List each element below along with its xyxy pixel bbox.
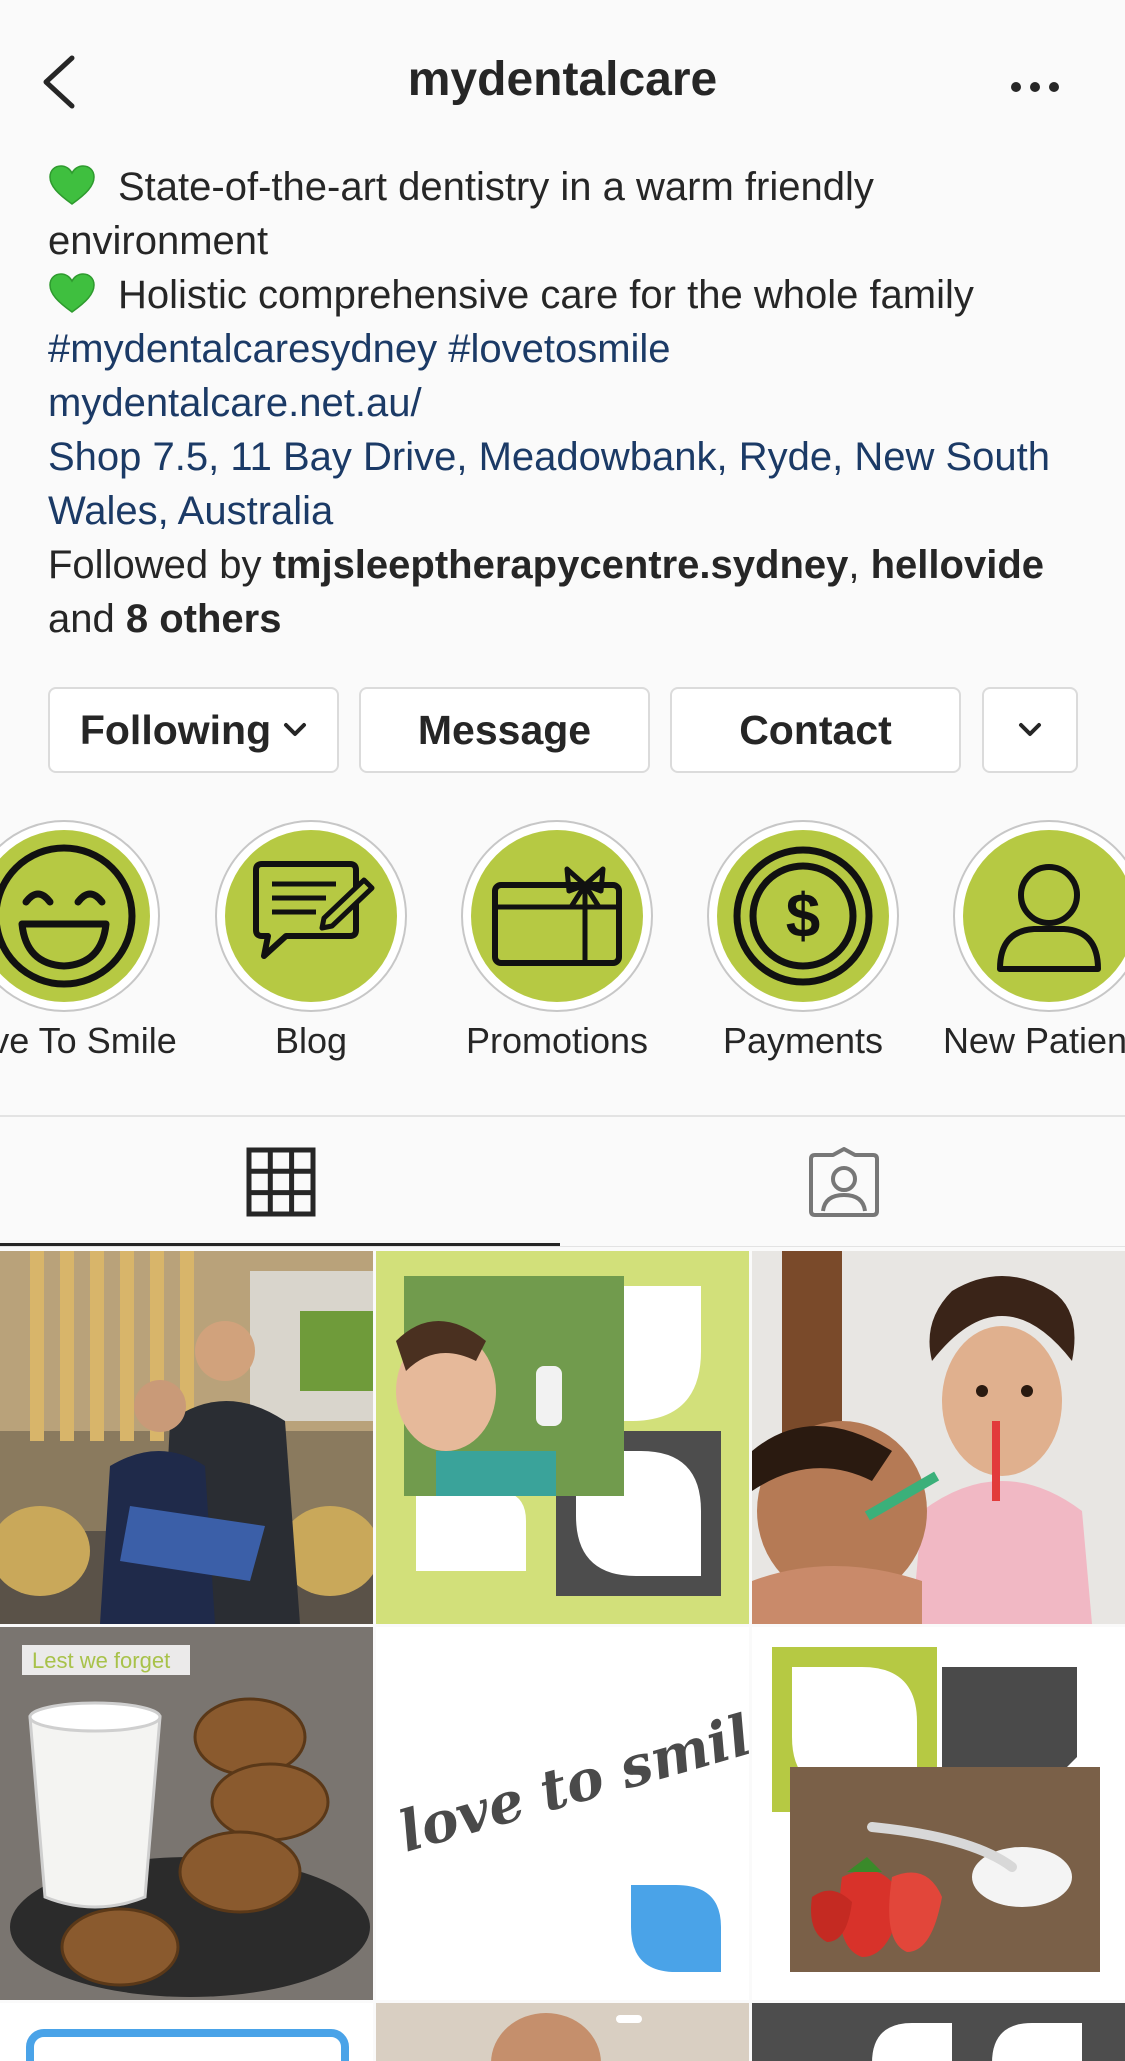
followed-by-prefix: Followed by: [48, 543, 262, 587]
message-button[interactable]: Message: [359, 687, 650, 773]
highlight-love-to-smile[interactable]: Love To Smile: [0, 820, 177, 1061]
post-thumbnail[interactable]: [752, 2003, 1125, 2061]
suggested-dropdown-button[interactable]: [982, 687, 1078, 773]
contact-label: Contact: [739, 706, 892, 753]
post-image-love-to-smile: love to smile: [376, 1627, 749, 2000]
bio-line-2: Holistic comprehensive care for the whol…: [48, 268, 1088, 322]
highlight-cover: [225, 830, 397, 1002]
highlight-ring: [461, 820, 653, 1012]
post-thumbnail[interactable]: [0, 1251, 373, 1624]
post-image-clinic-photo: [0, 1251, 373, 1624]
green-heart-icon: [49, 273, 95, 313]
post-image-milk-cookies: Lest we forget: [0, 1627, 373, 2000]
post-image-partial-1: [26, 2029, 349, 2061]
post-thumbnail[interactable]: [752, 1251, 1125, 1624]
followed-by[interactable]: Followed by tmjsleeptherapycentre.sydney…: [48, 538, 1088, 646]
post-image-strawberries-sugar: [752, 1627, 1125, 2000]
smiley-face-icon: [0, 844, 136, 988]
highlight-new-patients[interactable]: New Patients: [943, 820, 1125, 1061]
tab-divider: [0, 1246, 1125, 1247]
comma-separator: ,: [848, 543, 860, 587]
follower-name-2[interactable]: hellovide: [871, 543, 1044, 587]
message-label: Message: [417, 706, 592, 753]
highlight-ring: $: [707, 820, 899, 1012]
post-image-partial-2: [376, 2003, 749, 2061]
chat-pencil-icon: [253, 861, 375, 959]
highlight-promotions[interactable]: Promotions: [461, 820, 653, 1061]
contact-button[interactable]: Contact: [670, 687, 961, 773]
post-thumbnail[interactable]: [0, 2003, 373, 2061]
highlight-ring: [953, 820, 1125, 1012]
tab-grid[interactable]: [0, 1117, 562, 1247]
following-button[interactable]: Following: [48, 687, 339, 773]
bio-text-2: Holistic comprehensive care for the whol…: [118, 273, 974, 317]
profile-actions: Following Message Contact: [48, 687, 1078, 773]
profile-bio: State-of-the-art dentistry in a warm fri…: [48, 160, 1088, 646]
highlight-cover: [471, 830, 643, 1002]
grid-icon: [246, 1147, 316, 1217]
address-link[interactable]: Shop 7.5, 11 Bay Drive, Meadowbank, Ryde…: [48, 430, 1088, 538]
highlight-cover: $: [717, 830, 889, 1002]
story-highlights: Love To Smile Blog Promotions: [0, 820, 1125, 1070]
more-options-button[interactable]: [1005, 62, 1065, 112]
post-image-child-inhaler: [376, 1251, 749, 1624]
green-heart-icon: [49, 165, 95, 205]
and-text: and: [48, 597, 115, 641]
highlight-blog[interactable]: Blog: [215, 820, 407, 1061]
highlight-ring: [215, 820, 407, 1012]
bio-text-1: State-of-the-art dentistry in a warm fri…: [48, 165, 874, 263]
post-image-partial-3: [752, 2003, 1125, 2061]
follower-name-1[interactable]: tmjsleeptherapycentre.sydney: [273, 543, 849, 587]
profile-username: mydentalcare: [407, 53, 718, 106]
following-label: Following: [79, 706, 272, 753]
post-thumbnail[interactable]: [376, 2003, 749, 2061]
website-link[interactable]: mydentalcare.net.au/: [48, 376, 1088, 430]
others-count[interactable]: 8 others: [126, 597, 282, 641]
highlight-payments[interactable]: $ Payments: [707, 820, 899, 1061]
post-caption-overlay: Lest we forget: [32, 1648, 170, 1673]
person-icon: [997, 864, 1101, 972]
gift-card-icon: [492, 866, 622, 966]
bio-hashtags[interactable]: #mydentalcaresydney #lovetosmile: [48, 322, 1088, 376]
ellipsis-icon: [1011, 82, 1059, 92]
highlight-cover: [0, 830, 150, 1002]
post-thumbnail[interactable]: love to smile: [376, 1627, 749, 2000]
highlight-cover: [963, 830, 1125, 1002]
highlight-label: New Patients: [942, 1020, 1125, 1061]
post-thumbnail[interactable]: [376, 1251, 749, 1624]
dollar-coin-icon: $: [733, 846, 873, 986]
post-thumbnail[interactable]: [752, 1627, 1125, 2000]
tab-tagged[interactable]: [563, 1117, 1125, 1247]
post-thumbnail[interactable]: Lest we forget: [0, 1627, 373, 2000]
tagged-person-icon: [809, 1147, 879, 1217]
highlight-ring: [0, 820, 160, 1012]
top-navigation-bar: mydentalcare: [0, 0, 1125, 170]
chevron-down-icon: [1019, 723, 1041, 736]
chevron-down-icon: [284, 723, 307, 736]
svg-text:$: $: [786, 882, 820, 951]
post-image-brushing-teeth: [752, 1251, 1125, 1624]
bio-line-1: State-of-the-art dentistry in a warm fri…: [48, 160, 1088, 268]
